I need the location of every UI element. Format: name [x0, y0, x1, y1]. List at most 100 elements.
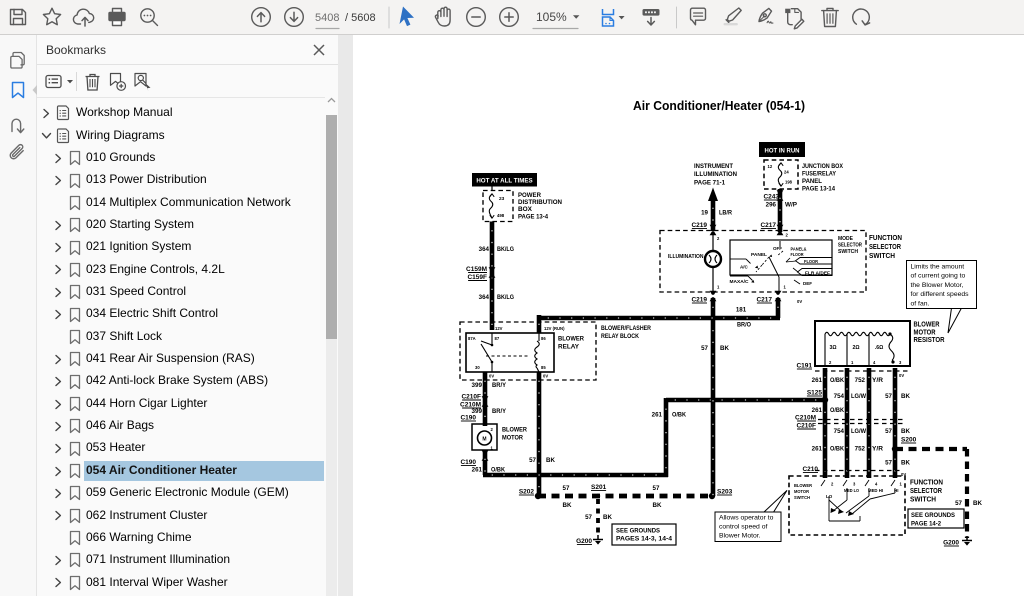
svg-text:SELECTOR: SELECTOR: [869, 242, 902, 251]
svg-text:57: 57: [701, 345, 708, 352]
svg-text:LG/W: LG/W: [851, 428, 866, 435]
svg-text:BLOWER: BLOWER: [502, 427, 527, 434]
svg-text:181: 181: [736, 307, 747, 314]
svg-text:the Blower Motor,: the Blower Motor,: [911, 282, 964, 289]
svg-text:Allows operator to: Allows operator to: [719, 515, 774, 522]
svg-text:FLOOR: FLOOR: [804, 259, 819, 264]
svg-text:POWER: POWER: [518, 192, 541, 199]
svg-text:MED LO: MED LO: [844, 488, 859, 493]
svg-text:85: 85: [541, 365, 546, 370]
svg-text:RESISTOR: RESISTOR: [914, 337, 945, 344]
svg-text:57: 57: [885, 393, 892, 400]
svg-text:87: 87: [495, 336, 500, 341]
svg-text:BK: BK: [720, 345, 729, 352]
svg-text:1: 1: [851, 360, 854, 365]
svg-text:G200: G200: [943, 540, 959, 547]
svg-text:57: 57: [529, 457, 536, 464]
svg-text:BR/Y: BR/Y: [492, 408, 507, 415]
svg-text:A/C: A/C: [740, 265, 749, 270]
svg-text:57: 57: [653, 485, 660, 492]
svg-text:BLOWER: BLOWER: [914, 322, 940, 329]
svg-text:SWITCH: SWITCH: [838, 249, 858, 255]
svg-text:0V: 0V: [489, 374, 494, 379]
svg-text:BLOWER/FLASHER: BLOWER/FLASHER: [601, 325, 651, 332]
svg-text:FUNCTION: FUNCTION: [869, 233, 902, 242]
svg-text:87A: 87A: [468, 336, 476, 341]
svg-text:C210F: C210F: [796, 423, 816, 430]
svg-text:S125: S125: [807, 390, 823, 397]
svg-text:RELAY BLOCK: RELAY BLOCK: [601, 333, 639, 340]
svg-text:S200: S200: [901, 437, 917, 444]
svg-text:2: 2: [831, 482, 834, 487]
svg-text:5408: 5408: [315, 12, 339, 24]
svg-text:FLR A/DEF: FLR A/DEF: [805, 271, 830, 276]
svg-text:O/BK: O/BK: [491, 467, 505, 474]
svg-text:30: 30: [475, 365, 480, 370]
svg-text:57: 57: [955, 500, 962, 507]
svg-text:23: 23: [499, 196, 505, 202]
svg-text:S201: S201: [591, 484, 607, 491]
svg-text:G200: G200: [576, 538, 592, 545]
svg-text:261: 261: [812, 377, 823, 384]
svg-text:PANEL: PANEL: [802, 178, 822, 185]
svg-text:BK/LG: BK/LG: [497, 294, 514, 301]
svg-text:12V: 12V: [495, 326, 503, 331]
svg-text:O/BK: O/BK: [672, 412, 686, 419]
svg-text:BK: BK: [653, 502, 662, 509]
svg-text:1: 1: [717, 285, 720, 290]
svg-text:261: 261: [652, 412, 663, 419]
svg-text:MODE: MODE: [838, 236, 854, 242]
svg-text:S202: S202: [519, 489, 535, 496]
svg-text:of fan.: of fan.: [911, 300, 930, 307]
svg-text:BK/LG: BK/LG: [497, 246, 514, 253]
svg-text:for different speeds: for different speeds: [911, 291, 970, 298]
svg-text:HOT AT ALL TIMES: HOT AT ALL TIMES: [476, 178, 532, 185]
svg-text:C217: C217: [760, 222, 776, 229]
svg-text:FLOOR: FLOOR: [791, 252, 805, 257]
svg-text:ILLUMINATION: ILLUMINATION: [668, 254, 704, 260]
svg-text:C159M: C159M: [466, 266, 487, 273]
svg-text:LG/W: LG/W: [851, 393, 866, 400]
svg-text:PANEL&: PANEL&: [791, 247, 808, 252]
svg-text:3Ω: 3Ω: [829, 345, 836, 351]
svg-text:C210: C210: [802, 466, 818, 473]
svg-text:1: 1: [784, 285, 787, 290]
svg-text:3: 3: [899, 360, 902, 365]
svg-text:O/BK: O/BK: [830, 407, 844, 414]
svg-text:BK: BK: [901, 393, 910, 400]
svg-text:BR/Y: BR/Y: [492, 382, 507, 389]
svg-text:BLOWER: BLOWER: [794, 483, 812, 489]
svg-text:4: 4: [873, 360, 876, 365]
svg-text:399: 399: [471, 382, 482, 389]
svg-text:PAGE 14-2: PAGE 14-2: [911, 522, 942, 528]
svg-text:BLOWER: BLOWER: [558, 336, 584, 343]
svg-text:M: M: [482, 437, 486, 443]
svg-text:105%: 105%: [536, 10, 567, 24]
svg-text:2: 2: [717, 236, 720, 241]
svg-text:control speed of: control speed of: [719, 524, 767, 531]
svg-text:BK: BK: [563, 502, 572, 509]
svg-text:752: 752: [855, 377, 866, 384]
svg-text:BK: BK: [603, 514, 612, 521]
svg-text:2: 2: [491, 427, 494, 432]
svg-text:C243: C243: [763, 194, 779, 201]
svg-text:2: 2: [829, 360, 832, 365]
svg-text:Y/R: Y/R: [872, 446, 884, 453]
svg-text:57: 57: [563, 485, 570, 492]
svg-text:RELAY: RELAY: [558, 344, 580, 351]
svg-text:198: 198: [785, 180, 793, 185]
svg-text:C191: C191: [796, 363, 812, 370]
svg-text:MOTOR: MOTOR: [502, 435, 523, 442]
svg-text:BR/O: BR/O: [737, 322, 751, 329]
svg-text:0V: 0V: [797, 299, 802, 304]
svg-text:of current going to: of current going to: [911, 273, 966, 280]
svg-text:BK: BK: [546, 457, 555, 464]
svg-text:PAGE 13-14: PAGE 13-14: [802, 186, 835, 193]
svg-text:W/P: W/P: [785, 202, 797, 209]
svg-text:MOTOR: MOTOR: [794, 489, 809, 495]
svg-text:C217: C217: [756, 297, 772, 304]
svg-text:O/BK: O/BK: [830, 377, 844, 384]
svg-text:BK: BK: [973, 500, 982, 507]
svg-text:752: 752: [855, 446, 866, 453]
svg-text:57: 57: [585, 514, 592, 521]
